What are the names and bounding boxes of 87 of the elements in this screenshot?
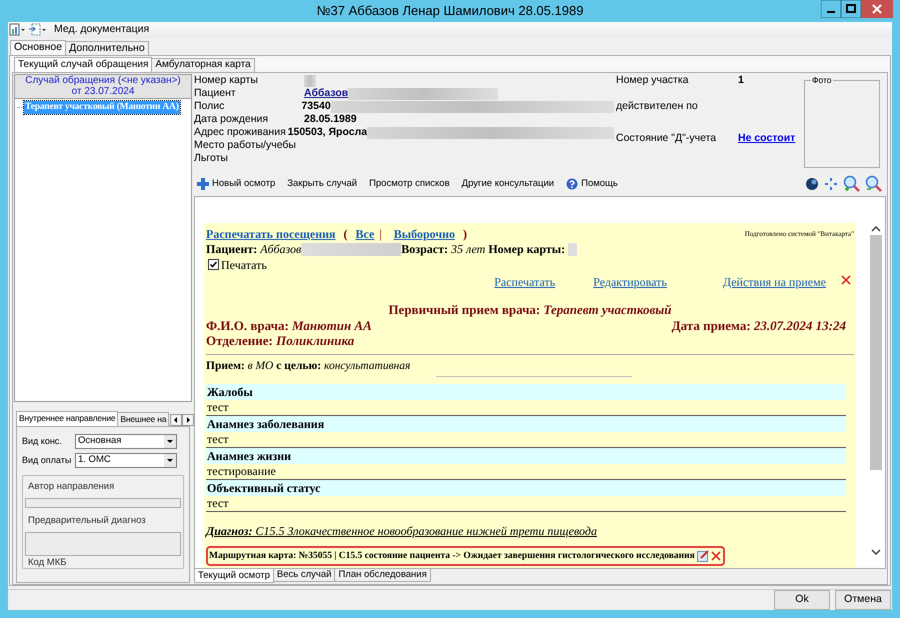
visit-date: Дата приема: 23.07.2024 13:24: [672, 318, 846, 333]
group-label: Фото: [811, 74, 833, 85]
route-card-text: Маршрутная карта: №35055 | C15.5 состояние пациента -> Ожидает завершения гистологического исследования: [209, 550, 695, 563]
field-value: 1: [738, 73, 744, 88]
checkbox[interactable]: [208, 259, 219, 270]
delete-icon[interactable]: [840, 274, 852, 286]
fit-icon[interactable]: [824, 176, 838, 191]
import-icon[interactable]: [29, 23, 47, 36]
field-label: Полис: [194, 99, 226, 114]
field-label: Номер карты: [194, 73, 259, 88]
field-label: Вид оплаты: [22, 454, 72, 467]
toolbar-button[interactable]: Другие консультации: [458, 176, 558, 191]
case-header-text: от 23.07.2024: [72, 86, 134, 98]
blurred-text: [304, 75, 316, 88]
tab[interactable]: Дополнительно: [66, 40, 149, 55]
action-link[interactable]: Редактировать: [593, 273, 667, 292]
checkbox-label: Печатать: [221, 256, 267, 274]
scroll-thumb[interactable]: [870, 234, 882, 470]
diagnosis-field[interactable]: [25, 532, 181, 556]
tab[interactable]: Текущий осмотр: [194, 568, 274, 583]
zoom-in-icon[interactable]: [843, 175, 860, 192]
menu-item[interactable]: Мед. документация: [54, 22, 150, 38]
dialog-button[interactable]: Ok: [774, 590, 830, 610]
section-header: Жалобы: [206, 384, 846, 400]
field-label: Автор направления: [27, 480, 116, 494]
field-label: Номер участка: [616, 73, 690, 88]
dropdown[interactable]: Основная: [75, 434, 177, 449]
zoom-out-icon[interactable]: [865, 175, 882, 192]
maximize-button[interactable]: [841, 0, 861, 18]
separator-text: |: [379, 226, 382, 244]
filter-link[interactable]: Выборочно: [394, 225, 455, 244]
field-label: Предварительный диагноз: [27, 514, 147, 528]
author-field[interactable]: [25, 498, 181, 508]
field-label: действителен по: [616, 99, 699, 114]
section-text: тест: [206, 496, 846, 512]
window-title: №37 Аббазов Ленар Шамилович 28.05.1989: [316, 2, 584, 20]
field-label: Место работы/учебы: [194, 138, 297, 154]
purpose-text: Прием: в МО с целью: консультативная: [206, 358, 410, 373]
dropdown[interactable]: 1. ОМС: [75, 452, 177, 468]
field-label: Пациент: [194, 86, 237, 102]
field-label: Адрес проживания: [194, 125, 287, 140]
department-text: Отделение: Поликлиника: [206, 332, 354, 348]
filter-link[interactable]: Все: [356, 225, 374, 244]
field-label: Состояние "Д"-учета: [616, 131, 718, 146]
print-link[interactable]: Распечатать посещения: [206, 225, 336, 244]
visit-title: Первичный прием врача: Терапевт участковый: [387, 302, 673, 318]
field-label: Льготы: [194, 151, 229, 166]
field-value: 28.05.1989: [304, 112, 357, 128]
tab[interactable]: Амбулаторная карта: [152, 58, 255, 72]
plus-icon: [197, 178, 209, 190]
bracket-text: (: [344, 226, 348, 244]
scroll-right-button[interactable]: [182, 414, 194, 426]
toolbar-button[interactable]: Новый осмотр: [194, 176, 278, 191]
dialog-button[interactable]: Отмена: [835, 590, 891, 610]
scroll-left-button[interactable]: [170, 414, 182, 426]
toolbar-button[interactable]: Просмотр списков: [366, 176, 453, 191]
field-label: Дата рождения: [194, 112, 270, 128]
edit-icon[interactable]: [696, 549, 709, 562]
field-value: 150503, Яросла: [288, 125, 368, 140]
chart-document-icon[interactable]: [9, 23, 26, 36]
case-header[interactable]: Случай обращения (<не указан>) от 23.07.2024: [14, 74, 192, 100]
close-button[interactable]: [861, 0, 893, 18]
doctor-text: Ф.И.О. врача: Манютин АА: [206, 318, 372, 333]
toolbar-button[interactable]: Закрыть случай: [284, 176, 360, 191]
bracket-text: ): [463, 226, 467, 244]
action-link[interactable]: Распечатать: [494, 273, 556, 292]
minimize-button[interactable]: [821, 0, 841, 18]
tab[interactable]: План обследования: [335, 568, 431, 582]
section-header: Анамнез заболевания: [206, 416, 846, 432]
action-link[interactable]: Действия на приеме: [722, 273, 826, 292]
patient-text: Пациент: Аббазов: [206, 241, 302, 258]
status-link[interactable]: Не состоит: [738, 131, 796, 148]
diagnosis-text: Диагноз: C15.5 Злокачественное новообразование нижней трети пищевода: [206, 524, 597, 539]
tab[interactable]: Текущий случай обращения: [14, 56, 152, 72]
help-icon: [566, 178, 578, 190]
field-label: Вид конс.: [22, 434, 63, 448]
patient-text: Возраст: 35 лет Номер карты:: [401, 241, 566, 258]
tab[interactable]: Весь случай: [274, 568, 336, 582]
tab[interactable]: Основное: [10, 40, 66, 55]
tab[interactable]: Внешнее на: [118, 412, 170, 426]
section-header: Анамнез жизни: [206, 448, 846, 464]
blurred-text: [568, 242, 578, 256]
delete-icon[interactable]: [710, 550, 722, 562]
tab[interactable]: Внутреннее направление: [16, 410, 118, 426]
toolbar-button[interactable]: Помощь: [563, 176, 621, 191]
case-header-text: Случай обращения (<не указан>): [25, 75, 181, 86]
section-header: Объективный статус: [206, 480, 846, 496]
